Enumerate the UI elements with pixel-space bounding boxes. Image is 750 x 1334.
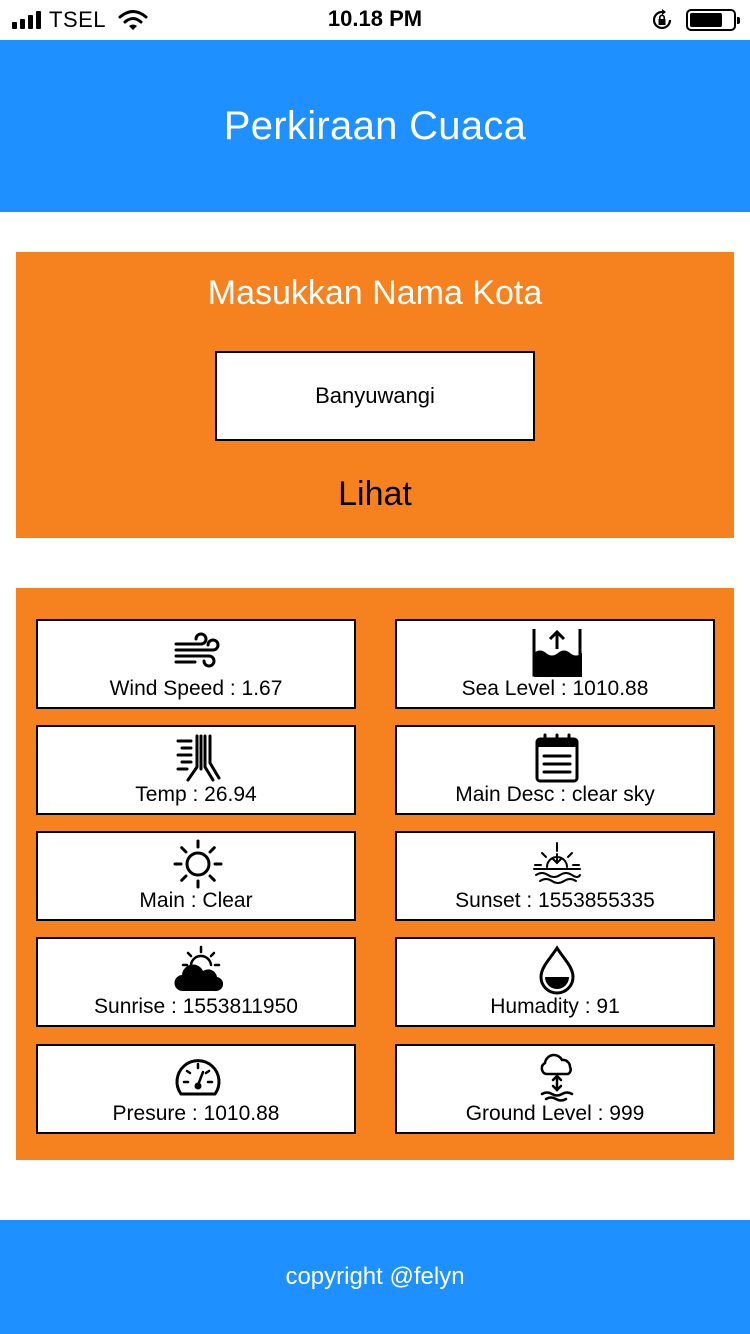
page-title: Perkiraan Cuaca bbox=[223, 103, 527, 148]
main-label: Main : Clear bbox=[139, 889, 253, 912]
battery-level bbox=[690, 13, 722, 27]
notepad-icon bbox=[535, 733, 579, 783]
status-bar: TSEL 10.18 PM bbox=[0, 0, 750, 40]
orientation-lock-icon bbox=[652, 9, 672, 30]
main-desc-label: Main Desc : clear sky bbox=[455, 783, 655, 806]
temperature-icon bbox=[176, 734, 221, 782]
battery-icon bbox=[686, 9, 740, 31]
temp-label: Temp : 26.94 bbox=[135, 783, 257, 806]
weather-info-panel: Wind Speed : 1.67 Sea Level : 1010.88 Te… bbox=[16, 588, 734, 1160]
main-tile: Main : Clear bbox=[36, 831, 356, 921]
copyright-text: copyright @felyn bbox=[285, 1263, 465, 1290]
sunrise-label: Sunrise : 1553811950 bbox=[94, 995, 298, 1018]
main-desc-tile: Main Desc : clear sky bbox=[395, 725, 715, 815]
wind-speed-label: Wind Speed : 1.67 bbox=[109, 677, 283, 700]
gauge-icon bbox=[175, 1059, 221, 1096]
ground-level-label: Ground Level : 999 bbox=[465, 1102, 645, 1125]
wind-icon bbox=[174, 632, 220, 668]
pressure-label: Presure : 1010.88 bbox=[112, 1102, 280, 1125]
partly-cloudy-icon bbox=[174, 945, 223, 992]
sunset-icon bbox=[533, 842, 581, 884]
city-input[interactable] bbox=[215, 351, 535, 441]
sunset-tile: Sunset : 1553855335 bbox=[395, 831, 715, 921]
city-input-label: Masukkan Nama Kota bbox=[207, 274, 543, 312]
view-weather-button[interactable]: Lihat bbox=[275, 470, 475, 518]
app-footer: copyright @felyn bbox=[0, 1220, 750, 1334]
search-panel: Masukkan Nama Kota Lihat bbox=[16, 252, 734, 538]
pressure-tile: Presure : 1010.88 bbox=[36, 1044, 356, 1134]
wind-speed-tile: Wind Speed : 1.67 bbox=[36, 619, 356, 709]
water-drop-icon bbox=[539, 945, 575, 995]
sunrise-tile: Sunrise : 1553811950 bbox=[36, 937, 356, 1027]
sunset-label: Sunset : 1553855335 bbox=[455, 889, 655, 912]
temp-tile: Temp : 26.94 bbox=[36, 725, 356, 815]
status-time: 10.18 PM bbox=[327, 6, 423, 31]
humidity-tile: Humadity : 91 bbox=[395, 937, 715, 1027]
sun-icon bbox=[173, 839, 223, 889]
ground-level-tile: Ground Level : 999 bbox=[395, 1044, 715, 1134]
sea-level-icon bbox=[532, 629, 582, 677]
app-header: Perkiraan Cuaca bbox=[0, 40, 750, 212]
sea-level-tile: Sea Level : 1010.88 bbox=[395, 619, 715, 709]
sea-level-label: Sea Level : 1010.88 bbox=[461, 677, 649, 700]
humidity-label: Humadity : 91 bbox=[490, 995, 620, 1018]
ground-level-icon bbox=[540, 1053, 574, 1102]
